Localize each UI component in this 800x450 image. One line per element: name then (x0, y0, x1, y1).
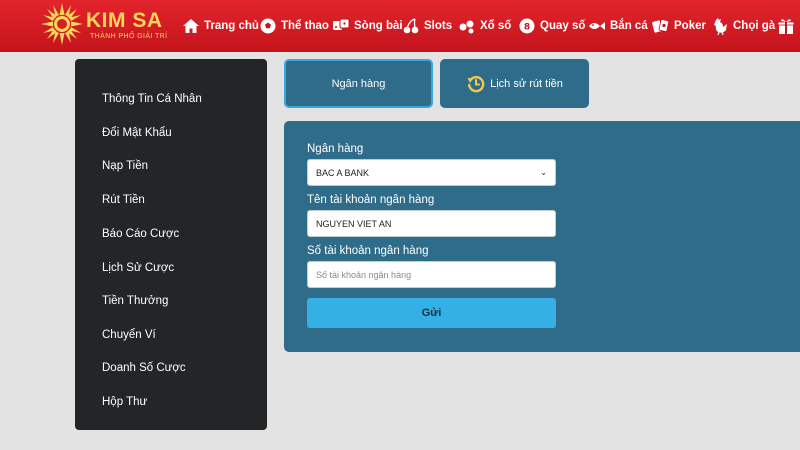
sidebar-item-bet-history[interactable]: Lịch Sử Cược (102, 262, 174, 274)
svg-text:8: 8 (524, 23, 530, 33)
fish-icon (588, 17, 606, 35)
account-number-placeholder: Số tài khoản ngân hàng (316, 269, 412, 280)
account-name-field[interactable]: NGUYEN VIET AN (307, 210, 556, 237)
gift-icon (777, 17, 795, 35)
chevron-down-icon: ⌄ (540, 168, 547, 177)
sidebar-item-bet-turnover[interactable]: Doanh Số Cược (102, 362, 186, 374)
nav-label-home: Trang chủ (204, 20, 259, 32)
kimsa-logo[interactable]: KIM SA THÀNH PHỐ GIẢI TRÍ (40, 2, 180, 50)
nav-label-casino: Sòng bài (354, 20, 403, 32)
main-nav: Trang chủ Thể thao Sòng bài Slots Xổ số (180, 0, 800, 52)
tab-history-label: Lịch sử rút tiền (490, 77, 563, 90)
nav-item-home[interactable]: Trang chủ (182, 0, 259, 52)
brand-tagline: THÀNH PHỐ GIẢI TRÍ (90, 33, 168, 40)
withdraw-form-panel: Ngân hàng BAC A BANK ⌄ Tên tài khoản ngâ… (284, 121, 800, 352)
nav-item-sports[interactable]: Thể thao (259, 0, 329, 52)
poker-cards-icon (652, 17, 670, 35)
account-name-value: NGUYEN VIET AN (316, 218, 392, 229)
soccer-ball-icon (259, 17, 277, 35)
sidebar-item-transfer-wallet[interactable]: Chuyển Ví (102, 329, 156, 341)
bank-select[interactable]: BAC A BANK ⌄ (307, 159, 556, 186)
account-number-label: Số tài khoản ngân hàng (307, 245, 429, 257)
submit-button[interactable]: Gửi (307, 298, 556, 328)
account-number-field[interactable]: Số tài khoản ngân hàng (307, 261, 556, 288)
sidebar-item-profile[interactable]: Thông Tin Cá Nhân (102, 93, 202, 105)
nav-label-lottery: Xổ số (480, 20, 512, 32)
bank-select-value: BAC A BANK (316, 167, 370, 178)
nav-item-fishing[interactable]: Bắn cá (588, 0, 648, 52)
nav-item-gift[interactable] (777, 0, 799, 52)
sidebar-item-change-password[interactable]: Đổi Mật Khẩu (102, 127, 172, 139)
nav-label-number-draw: Quay số (540, 20, 586, 32)
nav-label-cockfight: Chọi gà (733, 20, 776, 32)
nav-item-casino[interactable]: Sòng bài (332, 0, 403, 52)
nav-label-poker: Poker (674, 20, 706, 32)
tab-withdraw-history[interactable]: Lịch sử rút tiền (440, 59, 589, 108)
top-header: KIM SA THÀNH PHỐ GIẢI TRÍ Trang chủ Thể … (0, 0, 800, 52)
nav-item-number-draw[interactable]: 8 Quay số (518, 0, 585, 52)
account-name-label: Tên tài khoản ngân hàng (307, 194, 435, 206)
history-clock-icon (467, 75, 485, 92)
nav-item-lottery[interactable]: Xổ số (458, 0, 511, 52)
bank-label: Ngân hàng (307, 143, 364, 155)
lottery-icon (458, 17, 476, 35)
brand-name: KIM SA (86, 9, 163, 32)
nav-item-poker[interactable]: Poker (652, 0, 706, 52)
dice-icon (332, 17, 350, 35)
submit-button-label: Gửi (421, 307, 442, 319)
tab-bank-label: Ngân hàng (331, 77, 386, 90)
sidebar-item-bonus[interactable]: Tiền Thưởng (102, 295, 168, 307)
sidebar-item-deposit[interactable]: Nạp Tiền (102, 160, 148, 172)
lottery-ball-icon: 8 (518, 17, 536, 35)
nav-item-cockfight[interactable]: Chọi gà (711, 0, 775, 52)
cherry-icon (402, 17, 420, 35)
rooster-icon (711, 17, 729, 35)
home-icon (182, 17, 200, 35)
tab-bank[interactable]: Ngân hàng (284, 59, 433, 108)
nav-label-slots: Slots (424, 20, 453, 32)
sidebar-item-withdraw[interactable]: Rút Tiền (102, 194, 145, 206)
nav-item-slots[interactable]: Slots (402, 0, 452, 52)
sidebar-item-bet-report[interactable]: Báo Cáo Cược (102, 228, 179, 240)
nav-label-sports: Thể thao (281, 20, 329, 32)
sidebar-item-inbox[interactable]: Hộp Thư (102, 396, 147, 408)
account-sidebar: Thông Tin Cá Nhân Đổi Mật Khẩu Nạp Tiền … (75, 59, 267, 430)
nav-label-fishing: Bắn cá (610, 20, 648, 32)
sun-logo-icon (41, 3, 83, 45)
